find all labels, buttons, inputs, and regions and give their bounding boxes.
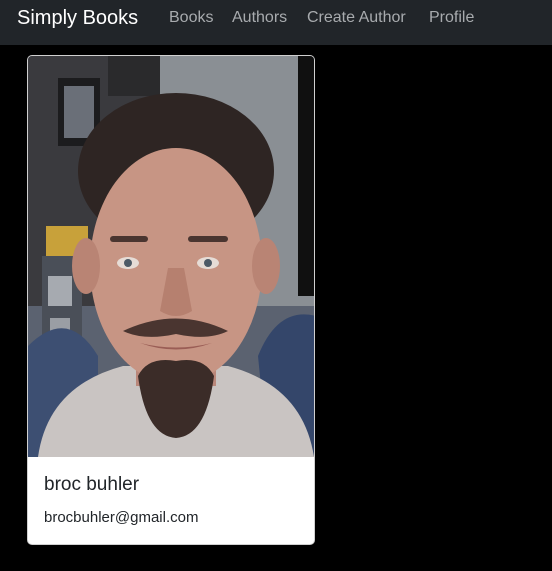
nav-link-profile[interactable]: Profile: [429, 8, 474, 28]
author-email: brocbuhler@gmail.com: [44, 509, 199, 526]
brand-link[interactable]: Simply Books: [17, 6, 138, 30]
author-name: broc buhler: [44, 474, 140, 495]
nav-link-books[interactable]: Books: [169, 8, 213, 28]
author-photo: [28, 56, 314, 457]
nav-link-create-author[interactable]: Create Author: [307, 8, 406, 28]
top-navbar: Simply Books Books Authors Create Author…: [0, 0, 552, 45]
author-card: broc buhler brocbuhler@gmail.com: [27, 55, 315, 545]
nav-link-authors[interactable]: Authors: [232, 8, 287, 28]
